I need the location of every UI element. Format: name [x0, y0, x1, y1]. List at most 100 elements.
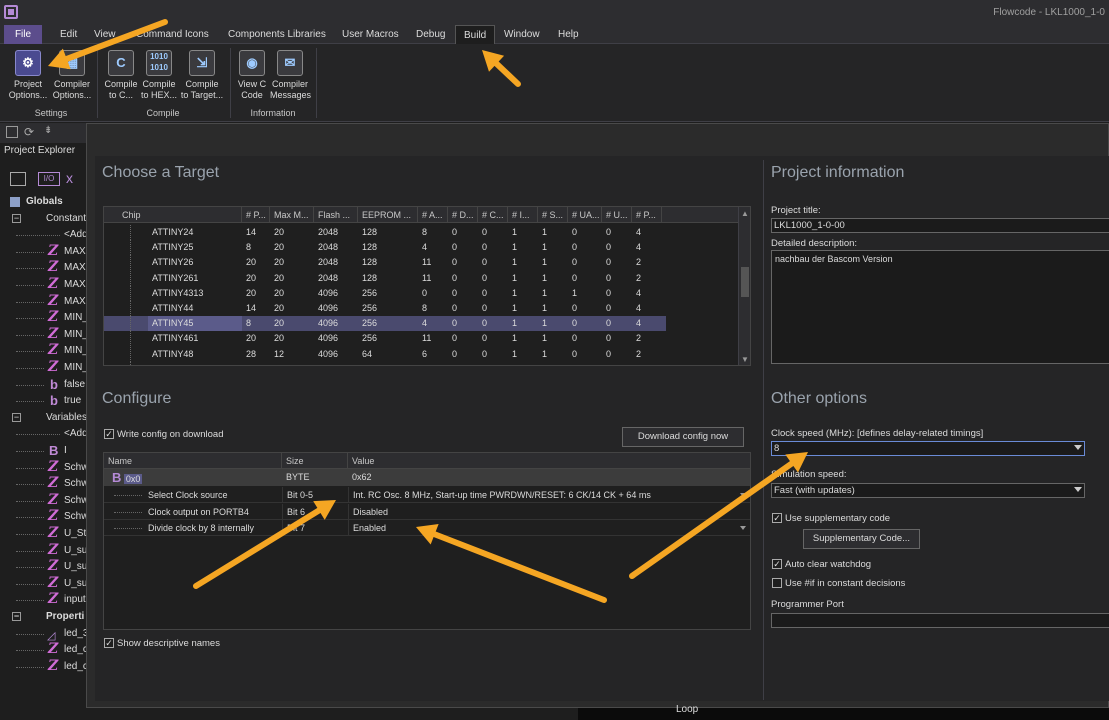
detailed-description-field[interactable]: nachbau der Bascom Version — [771, 250, 1109, 364]
refresh-icon[interactable]: ⟳ — [24, 125, 34, 139]
compiler-options-button[interactable]: ▦ Compiler Options... — [52, 48, 92, 104]
collapse-icon[interactable]: − — [12, 412, 21, 422]
tree-item[interactable]: Z Schw — [0, 493, 86, 509]
menu-edit[interactable]: Edit — [52, 25, 85, 44]
target-col-header[interactable]: # C... — [478, 207, 508, 223]
config-row-value[interactable]: Disabled — [348, 503, 736, 519]
tree-item[interactable]: Z MAX — [0, 277, 86, 293]
target-col-header[interactable]: # UA... — [568, 207, 602, 223]
target-col-header[interactable]: # U... — [602, 207, 632, 223]
tree-item[interactable]: Z Schw — [0, 460, 86, 476]
compile-to-hex-button[interactable]: 1010 1010 Compile to HEX... — [139, 48, 179, 104]
scroll-up-icon[interactable]: ▲ — [740, 209, 750, 219]
target-table-scrollbar[interactable]: ▲ ▼ — [738, 207, 750, 365]
target-row[interactable]: ATTINY44 14 20 4096 256 8 0 0 1 1 0 0 4 — [104, 301, 666, 316]
config-row-value[interactable]: Int. RC Osc. 8 MHz, Start-up time PWRDWN… — [348, 487, 736, 502]
target-row[interactable]: ATTINY461 20 20 4096 256 11 0 0 1 1 0 0 2 — [104, 331, 666, 347]
tree-item[interactable]: b true — [0, 393, 86, 409]
grid-view-icon[interactable] — [10, 172, 26, 186]
target-col-header[interactable]: # I... — [508, 207, 538, 223]
tree-item[interactable]: <Add — [0, 227, 86, 243]
menu-help[interactable]: Help — [550, 25, 587, 44]
view-c-code-button[interactable]: ◉ View C Code — [232, 48, 272, 104]
tree-item[interactable]: <Add — [0, 426, 86, 442]
tree-item[interactable]: Z MAX — [0, 244, 86, 260]
compile-to-target-button[interactable]: ⇲ Compile to Target... — [180, 48, 224, 104]
tree-item[interactable]: Z U_St — [0, 526, 86, 542]
write-config-checkbox[interactable]: ✓ — [104, 429, 114, 439]
use-supplementary-code-checkbox[interactable]: ✓ — [772, 513, 782, 523]
target-col-header[interactable]: # P... — [632, 207, 662, 223]
target-col-header[interactable]: # D... — [448, 207, 478, 223]
tree-item[interactable]: − Variables — [0, 410, 86, 426]
auto-clear-watchdog-checkbox[interactable]: ✓ — [772, 559, 782, 569]
menu-view[interactable]: View — [86, 25, 124, 44]
tree-item[interactable]: Z Schw — [0, 509, 86, 525]
variable-icon[interactable]: x — [66, 170, 73, 186]
scroll-down-icon[interactable]: ▼ — [740, 355, 750, 365]
save-icon[interactable] — [6, 126, 18, 138]
project-title-field[interactable]: LKL1000_1-0-00 — [771, 218, 1109, 233]
target-col-header[interactable]: Flash ... — [314, 207, 358, 223]
tree-item[interactable]: ◿ led_3 — [0, 626, 86, 642]
tree-item[interactable]: Globals — [0, 194, 86, 210]
menu-build[interactable]: Build — [455, 25, 495, 44]
tree-item[interactable]: BI — [0, 443, 86, 459]
programmer-port-field[interactable] — [771, 613, 1109, 628]
menu-components-libraries[interactable]: Components Libraries — [220, 25, 334, 44]
tree-item[interactable]: b false — [0, 377, 86, 393]
tree-item[interactable]: − Constant — [0, 211, 86, 227]
tree-item[interactable]: Z MAX — [0, 260, 86, 276]
menu-file[interactable]: File — [4, 25, 42, 44]
target-row[interactable]: ATTINY841420819251280011004 — [104, 361, 666, 365]
target-row[interactable]: ATTINY261 20 20 2048 128 11 0 0 1 1 0 0 2 — [104, 270, 666, 286]
io-icon[interactable]: I/O — [38, 172, 60, 186]
tree-item[interactable]: − Properti — [0, 609, 86, 625]
project-options-button[interactable]: ⚙ Project Options... — [8, 48, 48, 104]
target-row[interactable]: ATTINY4313 20 20 4096 256 0 0 0 1 1 1 0 4 — [104, 285, 666, 301]
tree-item[interactable]: Z MIN_ — [0, 343, 86, 359]
clock-speed-combobox[interactable]: 8 — [771, 441, 1085, 456]
target-chip-table[interactable]: Chip # P... Max M... Flash ... EEPROM ... # A… — [103, 206, 751, 366]
tree-item[interactable]: Z U_su — [0, 543, 86, 559]
use-if-in-constant-checkbox[interactable] — [772, 578, 782, 588]
tree-item[interactable]: Z MAX — [0, 294, 86, 310]
config-row[interactable]: Divide clock by 8 internally Bit 7 Enabled — [104, 520, 750, 536]
tree-item[interactable]: Z U_su — [0, 576, 86, 592]
tree-item[interactable]: Z MIN_ — [0, 327, 86, 343]
collapse-icon[interactable]: − — [12, 213, 21, 223]
target-row[interactable]: ATTINY25 8 20 2048 128 4 0 0 1 1 0 0 4 — [104, 240, 666, 256]
tree-item[interactable]: Z U_su — [0, 559, 86, 575]
config-row-value[interactable]: Enabled — [348, 520, 736, 535]
tree-item[interactable]: Zled_c — [0, 659, 86, 675]
compile-to-c-button[interactable]: C Compile to C... — [101, 48, 141, 104]
config-row[interactable]: Clock output on PORTB4 Bit 6 Disabled — [104, 503, 750, 520]
collapse-icon[interactable]: − — [12, 612, 21, 621]
tree-item[interactable]: Zinput — [0, 592, 86, 608]
target-col-header[interactable]: Max M... — [270, 207, 314, 223]
tree-item[interactable]: Z MIN_ — [0, 310, 86, 326]
show-descriptive-checkbox[interactable]: ✓ — [104, 638, 114, 648]
target-col-header[interactable]: # P... — [242, 207, 270, 223]
chevron-down-icon[interactable] — [740, 526, 746, 530]
config-row[interactable]: Select Clock source Bit 0-5 Int. RC Osc. 8… — [104, 487, 750, 503]
supplementary-code-button[interactable]: Supplementary Code... — [803, 529, 920, 549]
target-col-header[interactable]: # S... — [538, 207, 568, 223]
target-col-header[interactable]: EEPROM ... — [358, 207, 418, 223]
tree-item[interactable]: Z Schw — [0, 476, 86, 492]
target-col-header[interactable]: # A... — [418, 207, 448, 223]
target-col-header[interactable]: Chip — [104, 207, 242, 223]
menu-user-macros[interactable]: User Macros — [334, 25, 407, 44]
download-config-button[interactable]: Download config now — [622, 427, 744, 447]
menu-debug[interactable]: Debug — [408, 25, 453, 44]
scroll-thumb[interactable] — [741, 267, 749, 297]
menu-window[interactable]: Window — [496, 25, 548, 44]
chevron-down-icon[interactable] — [740, 493, 746, 497]
pin-icon[interactable]: ⇟ — [44, 125, 52, 136]
tree-item[interactable]: Zled_c — [0, 642, 86, 658]
tree-item[interactable]: Z MIN_ — [0, 360, 86, 376]
config-group-row[interactable]: B 0x0 BYTE 0x62 — [104, 469, 750, 486]
target-row[interactable]: ATTINY48 28 12 4096 64 6 0 0 1 1 0 0 2 — [104, 346, 666, 362]
target-row[interactable]: ATTINY24 14 20 2048 128 8 0 0 1 1 0 0 4 — [104, 225, 666, 240]
menu-command-icons[interactable]: Command Icons — [128, 25, 217, 44]
